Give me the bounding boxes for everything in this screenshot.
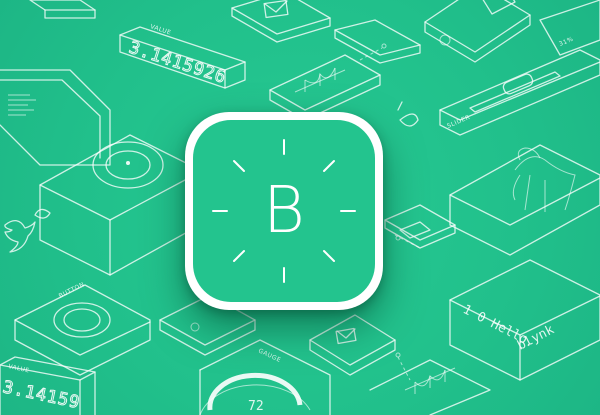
value-bottom-label: VALUE: [8, 363, 31, 374]
value-bottom-number: 3.14159: [1, 377, 82, 413]
mail-card-bottom: [309, 314, 396, 376]
panel-top-right: [539, 0, 600, 56]
top-left-panel: [29, 0, 96, 19]
gauge-label: GAUGE: [257, 347, 282, 364]
phone-top-right: [424, 0, 531, 63]
small-card-mid-right: [384, 204, 456, 249]
slider-value: 31%: [558, 36, 574, 48]
joystick-widget: [39, 134, 201, 276]
gauge-widget: GAUGE 72: [199, 339, 331, 415]
app-icon-face: B: [193, 120, 375, 302]
bridge-card-lower: [369, 352, 491, 415]
button-label: BUTTON: [58, 281, 86, 300]
value-display-bottom: VALUE 3.14159: [0, 356, 96, 415]
gauge-value: 72: [248, 399, 264, 414]
left-tablet-widget: [0, 69, 111, 166]
bird-icon: [4, 220, 36, 253]
slider-label: SLIDER: [446, 114, 471, 130]
lcd-widget: 1 0 Hello. blynk: [449, 259, 600, 381]
promo-illustration: VALUE 3.1415926 SLIDER 31% BUTTON 1 0 He…: [0, 0, 600, 415]
value-display-top: VALUE 3.1415926: [119, 23, 246, 89]
app-logo-letter: B: [263, 174, 305, 248]
slider-widget: SLIDER 31%: [439, 36, 600, 136]
mail-card-top: [231, 0, 331, 43]
animal-card-right: [449, 144, 600, 256]
bridge-card-upper: [269, 43, 387, 121]
value-top-number: 3.1415926: [126, 38, 228, 88]
app-icon[interactable]: B: [185, 112, 383, 310]
